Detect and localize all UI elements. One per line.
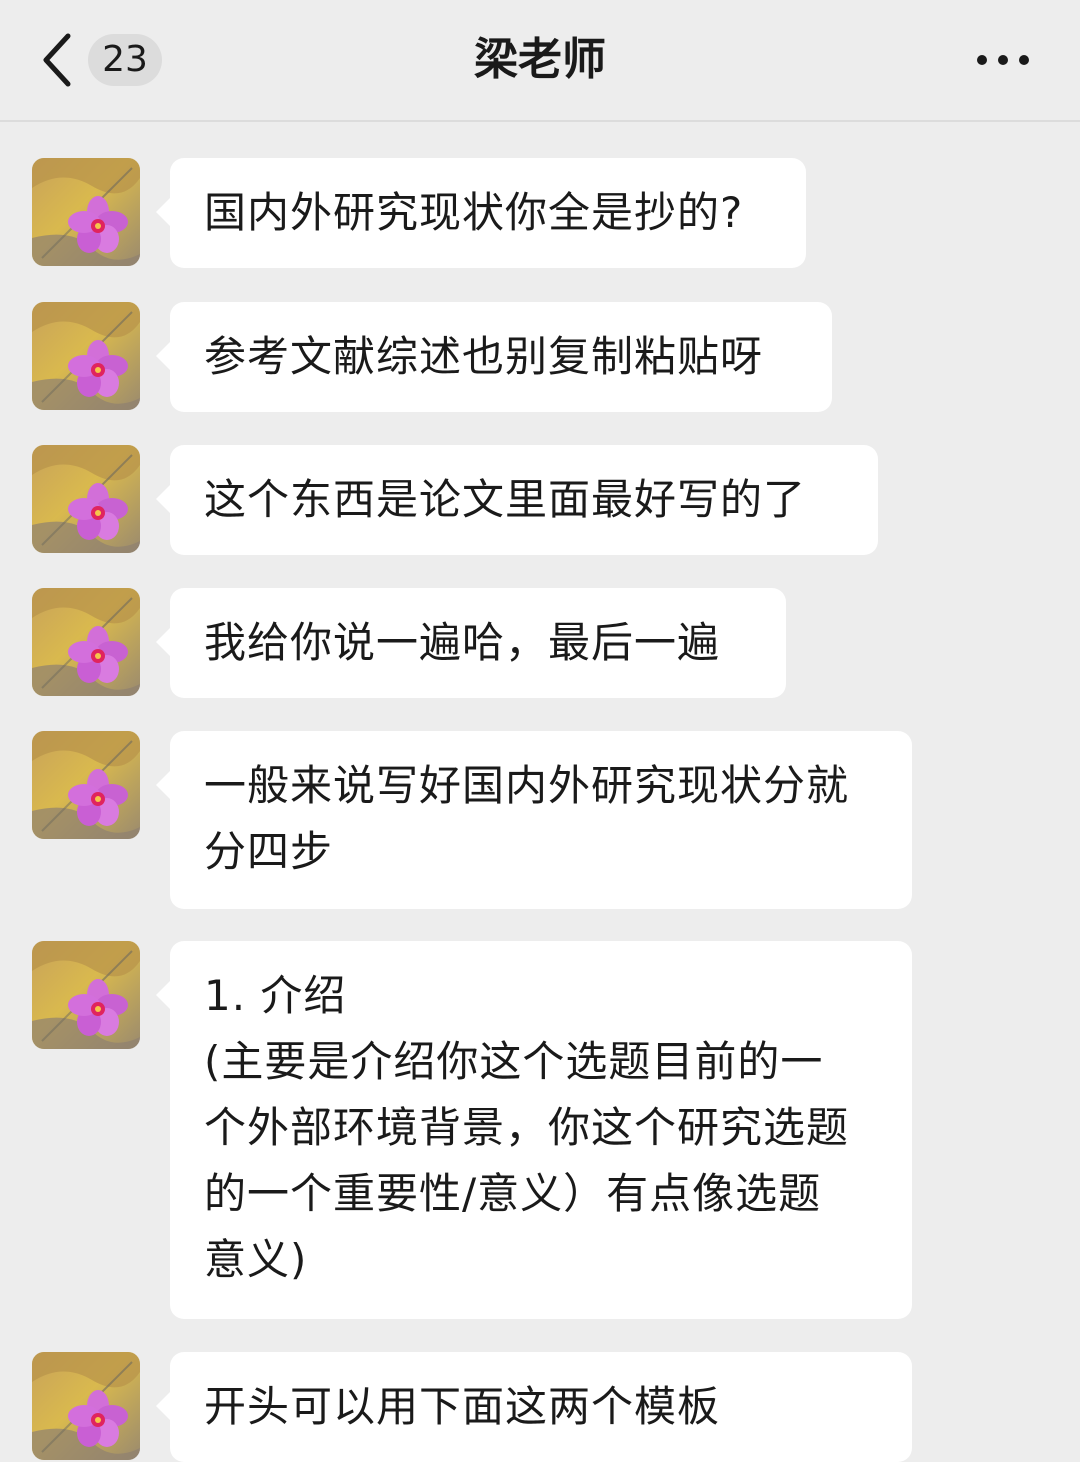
message-text-line: 个外部环境背景，你这个研究选题 bbox=[204, 1103, 850, 1152]
avatar[interactable] bbox=[32, 941, 140, 1049]
avatar[interactable] bbox=[32, 1352, 140, 1460]
more-horizontal-icon[interactable] bbox=[968, 40, 1038, 80]
message-text: 我给你说一遍哈，最后一遍 bbox=[204, 618, 721, 667]
message-bubble[interactable]: 参考文献综述也别复制粘贴呀 bbox=[156, 302, 832, 412]
avatar[interactable] bbox=[32, 158, 140, 266]
message-text: 参考文献综述也别复制粘贴呀 bbox=[204, 332, 764, 381]
message-text-line: 的一个重要性/意义）有点像选题 bbox=[204, 1169, 822, 1218]
avatar[interactable] bbox=[32, 302, 140, 410]
message-bubble[interactable]: 我给你说一遍哈，最后一遍 bbox=[156, 588, 786, 698]
message-text-line: 1. 介绍 bbox=[204, 971, 347, 1020]
chevron-left-icon[interactable] bbox=[36, 30, 80, 90]
message-bubble[interactable]: 开头可以用下面这两个模板 bbox=[156, 1352, 912, 1462]
message-text-line: 分四步 bbox=[204, 827, 334, 876]
message-bubble[interactable]: 一般来说写好国内外研究现状分就 分四步 bbox=[156, 731, 912, 909]
message-text: 这个东西是论文里面最好写的了 bbox=[204, 475, 807, 524]
avatar[interactable] bbox=[32, 588, 140, 696]
unread-count-badge[interactable]: 23 bbox=[88, 34, 162, 86]
message-bubble[interactable]: 1. 介绍 (主要是介绍你这个选题目前的一 个外部环境背景，你这个研究选题 的一… bbox=[156, 941, 912, 1319]
message-text-line: (主要是介绍你这个选题目前的一 bbox=[204, 1037, 824, 1086]
chat-title: 梁老师 bbox=[474, 34, 606, 85]
avatar[interactable] bbox=[32, 731, 140, 839]
message-bubble[interactable]: 国内外研究现状你全是抄的? bbox=[156, 158, 806, 268]
message-bubble[interactable]: 这个东西是论文里面最好写的了 bbox=[156, 445, 878, 555]
message-text-line: 意义) bbox=[204, 1235, 308, 1284]
message-text-line: 一般来说写好国内外研究现状分就 bbox=[204, 761, 850, 810]
message-text: 开头可以用下面这两个模板 bbox=[204, 1382, 721, 1431]
avatar[interactable] bbox=[32, 445, 140, 553]
chat-header: 23 梁老师 bbox=[0, 0, 1080, 122]
message-text: 国内外研究现状你全是抄的? bbox=[204, 188, 744, 237]
